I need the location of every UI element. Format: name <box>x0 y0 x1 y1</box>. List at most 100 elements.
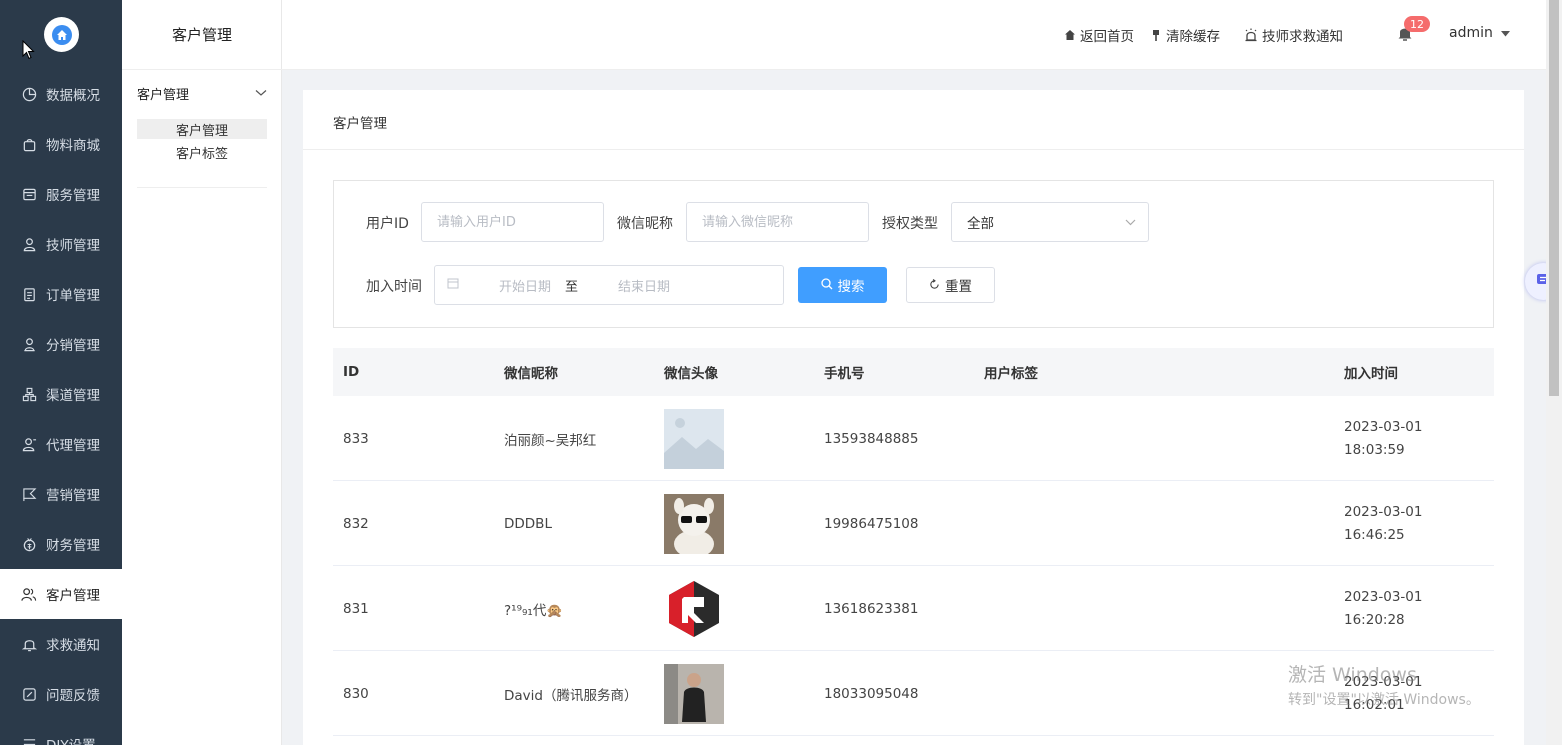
avatar[interactable] <box>664 408 724 469</box>
column-header-join-time: 加入时间 <box>1344 366 1398 382</box>
sidebar-item-services[interactable]: 服务管理 <box>0 169 122 219</box>
cell-avatar <box>664 396 724 481</box>
cell-phone: 13593848885 <box>824 430 919 447</box>
broom-icon <box>1150 29 1162 42</box>
card-divider <box>303 149 1524 150</box>
search-icon <box>820 277 833 293</box>
column-header-nickname: 微信昵称 <box>504 366 558 382</box>
reset-button[interactable]: 重置 <box>906 267 995 303</box>
top-header: 返回首页 清除缓存 技师求救通知 12 admin <box>282 0 1546 70</box>
sidebar-item-label: 物料商城 <box>46 138 100 154</box>
watermark-line-1: 激活 Windows <box>1288 664 1417 686</box>
home-link-label: 返回首页 <box>1080 29 1134 45</box>
subnav-item-customer-tags[interactable]: 客户标签 <box>137 142 267 162</box>
cell-join-time: 2023-03-01 18:03:59 <box>1344 396 1422 481</box>
sidebar-item-label: 服务管理 <box>46 188 100 204</box>
table-row[interactable]: 831 ?¹⁹₉₁代🙊 13618623381 2023-03-01 16:20… <box>333 566 1494 651</box>
sidebar-item-orders[interactable]: 订单管理 <box>0 269 122 319</box>
avatar[interactable] <box>664 578 724 639</box>
join-time-label: 加入时间 <box>366 279 422 295</box>
column-header-tags: 用户标签 <box>984 366 1038 382</box>
sidebar-item-label: 代理管理 <box>46 438 100 454</box>
avatar[interactable] <box>664 663 724 724</box>
auth-type-select[interactable]: 全部 <box>951 202 1149 242</box>
sidebar-item-customers[interactable]: 客户管理 <box>0 569 122 619</box>
cell-avatar <box>664 651 724 736</box>
sos-notification-link[interactable]: 技师求救通知 <box>1244 25 1343 45</box>
cell-avatar <box>664 481 724 566</box>
sidebar-item-agents[interactable]: 代理管理 <box>0 419 122 469</box>
cell-phone: 18033095048 <box>824 685 919 702</box>
sidebar-item-feedback[interactable]: 问题反馈 <box>0 669 122 719</box>
cell-phone: 19986475108 <box>824 515 919 532</box>
sidebar-item-sos[interactable]: 求救通知 <box>0 619 122 669</box>
subnav-group-label: 客户管理 <box>137 88 190 103</box>
table-row[interactable]: 833 泊丽颜~吴邦红 13593848885 2023-03-01 18:03… <box>333 396 1494 481</box>
main-sidebar: 数据概况 物料商城 服务管理 技师管理 订单管理 分销管理 渠道管理 代理管理 … <box>0 0 122 745</box>
cell-join-time: 2023-03-01 16:46:25 <box>1344 481 1422 566</box>
sidebar-item-channels[interactable]: 渠道管理 <box>0 369 122 419</box>
cell-nickname: ?¹⁹₉₁代🙊 <box>504 602 564 619</box>
marketing-icon <box>20 485 38 503</box>
calendar-icon <box>447 277 459 293</box>
house-icon <box>1064 29 1076 41</box>
sidebar-item-label: 渠道管理 <box>46 388 100 404</box>
home-logo[interactable] <box>44 17 79 52</box>
cell-id: 833 <box>343 430 369 447</box>
join-date: 2023-03-01 <box>1344 503 1423 520</box>
sidebar-item-dashboard[interactable]: 数据概况 <box>0 69 122 119</box>
settings-icon <box>20 735 38 745</box>
sidebar-item-distribution[interactable]: 分销管理 <box>0 319 122 369</box>
subnav-group-customers[interactable]: 客户管理 <box>137 84 267 103</box>
windows-activation-watermark: 激活 Windows 转到"设置"以激活 Windows。 <box>1288 660 1480 709</box>
cell-avatar <box>664 566 724 651</box>
filter-panel: 用户ID 微信昵称 授权类型 全部 加入时间 开始日期 至 结束日期 搜索 重置 <box>333 180 1494 328</box>
reset-button-label: 重置 <box>945 279 972 294</box>
cell-phone: 13618623381 <box>824 600 919 617</box>
table-row[interactable]: 832 DDDBL 19986475108 2023-03-01 16:46:2… <box>333 481 1494 566</box>
join-date: 2023-03-01 <box>1344 418 1423 435</box>
technician-icon <box>20 235 38 253</box>
subnav-item-customer-list[interactable]: 客户管理 <box>137 119 267 139</box>
sidebar-item-technicians[interactable]: 技师管理 <box>0 219 122 269</box>
main-card: 客户管理 用户ID 微信昵称 授权类型 全部 加入时间 开始日期 至 结束日期 … <box>303 90 1524 745</box>
date-range-picker[interactable]: 开始日期 至 结束日期 <box>434 265 784 305</box>
sidebar-item-label: 分销管理 <box>46 338 100 354</box>
user-menu[interactable]: admin <box>1449 25 1510 41</box>
clear-cache-button[interactable]: 清除缓存 <box>1150 25 1220 45</box>
sidebar-item-label: 求救通知 <box>46 638 100 654</box>
sidebar-item-label: 营销管理 <box>46 488 100 504</box>
sidebar-item-label: DIY设置 <box>46 734 96 745</box>
feedback-icon <box>20 685 38 703</box>
join-time: 16:46:25 <box>1344 526 1405 543</box>
page-scrollbar[interactable] <box>1546 0 1562 745</box>
home-link[interactable]: 返回首页 <box>1064 25 1134 45</box>
sidebar-item-label: 客户管理 <box>46 588 100 604</box>
search-button-label: 搜索 <box>837 279 865 294</box>
refresh-icon <box>929 278 940 293</box>
search-button[interactable]: 搜索 <box>798 267 887 303</box>
range-separator: 至 <box>565 279 579 295</box>
agent-icon <box>20 435 38 453</box>
sidebar-item-mall[interactable]: 物料商城 <box>0 119 122 169</box>
end-date-placeholder[interactable]: 结束日期 <box>618 276 670 295</box>
subnav-divider <box>137 187 267 188</box>
table-header: ID 微信昵称 微信头像 手机号 用户标签 加入时间 <box>333 348 1494 396</box>
sidebar-item-label: 问题反馈 <box>46 688 100 704</box>
sos-label: 技师求救通知 <box>1262 29 1343 45</box>
sidebar-item-label: 数据概况 <box>46 88 100 104</box>
order-icon <box>20 285 38 303</box>
user-id-input[interactable] <box>421 202 604 242</box>
sidebar-item-finance[interactable]: 财务管理 <box>0 519 122 569</box>
service-icon <box>20 185 38 203</box>
start-date-placeholder[interactable]: 开始日期 <box>499 276 551 295</box>
nickname-label: 微信昵称 <box>617 216 673 232</box>
channel-icon <box>20 385 38 403</box>
avatar[interactable] <box>664 493 724 554</box>
sidebar-item-marketing[interactable]: 营销管理 <box>0 469 122 519</box>
scrollbar-thumb[interactable] <box>1549 0 1559 396</box>
username: admin <box>1449 25 1493 41</box>
alarm-icon <box>1244 28 1258 42</box>
nickname-input[interactable] <box>686 202 869 242</box>
sidebar-item-diy[interactable]: DIY设置 <box>0 719 122 745</box>
